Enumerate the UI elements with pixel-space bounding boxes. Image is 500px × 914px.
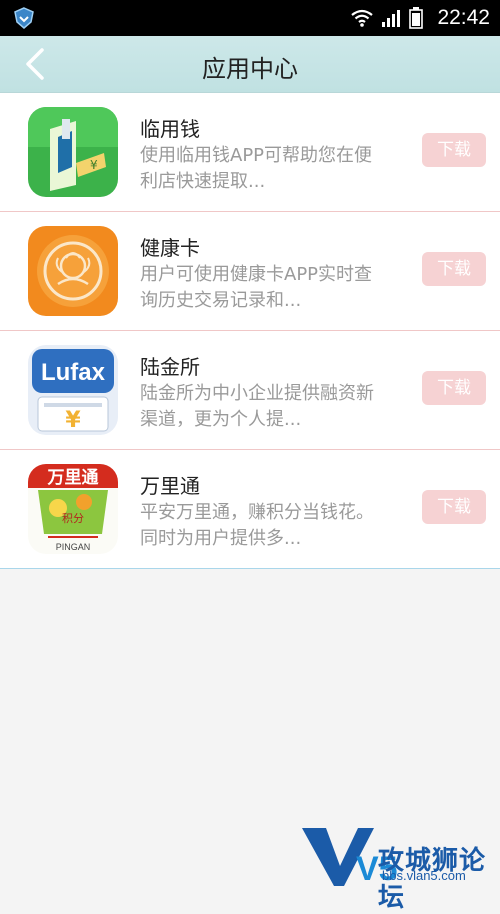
app-name: 万里通 — [140, 474, 200, 498]
wanlitong-icon-sub: 积分 — [62, 512, 84, 525]
app-description: 陆金所为中小企业提供融资新渠道，更为个人提... — [140, 383, 374, 430]
download-button[interactable]: 下载 — [422, 490, 486, 524]
lufax-icon-text: Lufax — [41, 359, 106, 386]
download-button[interactable]: 下载 — [422, 371, 486, 405]
signal-icon — [382, 10, 401, 27]
svg-text:¥: ¥ — [90, 158, 98, 172]
app-name: 临用钱 — [140, 117, 200, 141]
app-description: 平安万里通，赚积分当钱花。同时为用户提供多... — [140, 502, 374, 549]
svg-text:¥: ¥ — [65, 408, 81, 433]
app-name: 陆金所 — [140, 355, 200, 379]
shield-icon — [14, 7, 34, 29]
wanlitong-icon-text: 万里通 — [47, 468, 99, 488]
list-item[interactable]: Lufax ¥ 陆金所 陆金所为中小企业提供融资新渠道，更为个人提... 下载 — [0, 331, 500, 450]
battery-icon — [409, 7, 424, 29]
health-card-icon — [28, 226, 118, 316]
app-bar: 应用中心 — [0, 36, 500, 93]
money-atm-icon: ¥ — [28, 107, 118, 197]
app-name: 健康卡 — [140, 236, 200, 260]
download-button[interactable]: 下载 — [422, 252, 486, 286]
app-description: 用户可使用健康卡APP实时查询历史交易记录和... — [140, 264, 373, 311]
list-item[interactable]: ¥ 临用钱 使用临用钱APP可帮助您在便利店快速提取... 下载 — [0, 93, 500, 212]
wanlitong-icon: 万里通 积分 PINGAN — [28, 464, 118, 554]
list-item[interactable]: 健康卡 用户可使用健康卡APP实时查询历史交易记录和... 下载 — [0, 212, 500, 331]
download-button[interactable]: 下载 — [422, 133, 486, 167]
status-time: 22:42 — [437, 6, 490, 29]
app-description: 使用临用钱APP可帮助您在便利店快速提取... — [140, 145, 373, 192]
pingan-brand-text: PINGAN — [56, 542, 91, 552]
app-list: ¥ 临用钱 使用临用钱APP可帮助您在便利店快速提取... 下载 健康卡 用户可… — [0, 93, 500, 569]
lufax-icon: Lufax ¥ — [28, 345, 118, 435]
page-title: 应用中心 — [202, 55, 298, 83]
status-bar: 22:42 — [0, 0, 500, 36]
list-item[interactable]: 万里通 积分 PINGAN 万里通 平安万里通，赚积分当钱花。同时为用户提供多.… — [0, 450, 500, 569]
wifi-icon — [351, 9, 374, 27]
watermark-url: bbs.vlan5.com — [382, 868, 466, 883]
